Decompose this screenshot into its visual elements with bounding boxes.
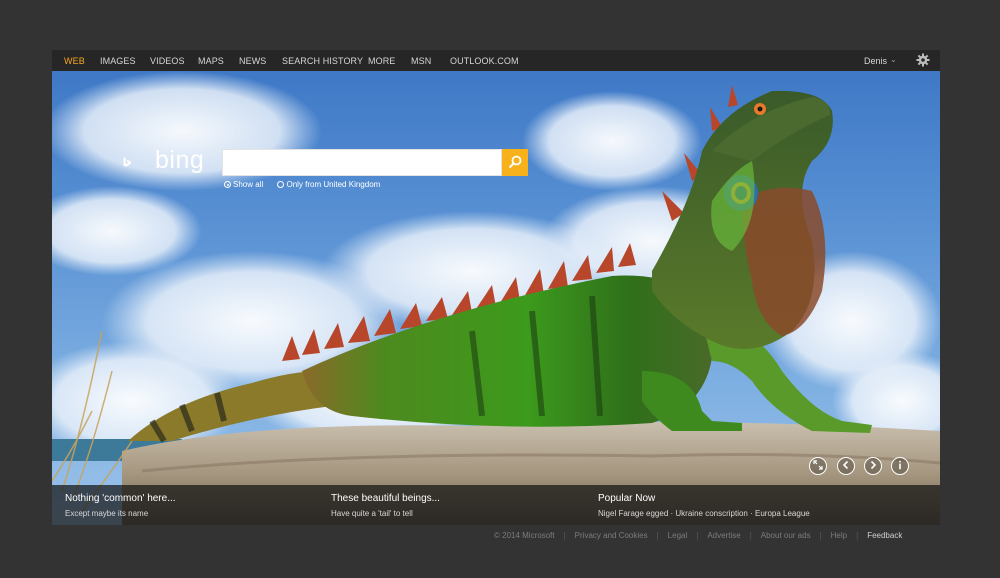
- popular-now-item[interactable]: Ukraine conscription: [675, 509, 747, 518]
- footer-link-help[interactable]: Help: [831, 531, 847, 540]
- footer-separator: |: [563, 531, 566, 540]
- footer-separator: |: [819, 531, 822, 540]
- search-scope-options: Show all Only from United Kingdom: [224, 180, 392, 189]
- footer-link-legal[interactable]: Legal: [668, 531, 688, 540]
- footer-link-about-ads[interactable]: About our ads: [761, 531, 811, 540]
- gear-icon[interactable]: [916, 53, 930, 67]
- hotspot-2[interactable]: These beautiful beings... Have quite a '…: [331, 493, 440, 518]
- fullscreen-button[interactable]: [809, 457, 827, 475]
- next-image-button[interactable]: [864, 457, 882, 475]
- popular-now: Popular Now Nigel Farage egged · Ukraine…: [598, 493, 810, 518]
- popular-now-list: Nigel Farage egged · Ukraine conscriptio…: [598, 509, 810, 518]
- hotspot-1-subtitle: Except maybe its name: [65, 509, 176, 518]
- radio-show-all[interactable]: [224, 181, 231, 189]
- popular-now-item[interactable]: Nigel Farage egged: [598, 509, 668, 518]
- footer-separator: |: [696, 531, 699, 540]
- copyright: © 2014 Microsoft: [494, 531, 555, 540]
- hotspot-2-text[interactable]: Have quite a 'tail' to tell: [331, 509, 413, 518]
- image-info-button[interactable]: [891, 457, 909, 475]
- popular-now-item[interactable]: Europa League: [755, 509, 810, 518]
- chevron-down-icon[interactable]: ⌄: [890, 55, 897, 64]
- hotspot-1-text[interactable]: Except maybe its name: [65, 509, 148, 518]
- popular-now-title[interactable]: Popular Now: [598, 493, 810, 504]
- chevron-left-icon: [842, 460, 849, 470]
- bing-logo-text[interactable]: bing: [155, 146, 204, 175]
- nav-images[interactable]: IMAGES: [100, 56, 136, 66]
- nav-more[interactable]: MORE: [368, 56, 395, 66]
- chevron-right-icon: [870, 460, 877, 470]
- radio-uk-only[interactable]: [277, 181, 285, 189]
- nav-videos[interactable]: VIDEOS: [150, 56, 185, 66]
- search-icon: [508, 155, 522, 169]
- hotspot-strip: Nothing 'common' here... Except maybe it…: [52, 485, 940, 525]
- nav-maps[interactable]: MAPS: [198, 56, 224, 66]
- footer: © 2014 Microsoft | Privacy and Cookies | Leg…: [494, 531, 902, 540]
- radio-show-all-label[interactable]: Show all: [233, 180, 263, 189]
- hotspot-2-title[interactable]: These beautiful beings...: [331, 493, 440, 504]
- hotspot-2-subtitle: Have quite a 'tail' to tell: [331, 509, 440, 518]
- hotspot-1-title[interactable]: Nothing 'common' here...: [65, 493, 176, 504]
- hotspot-1[interactable]: Nothing 'common' here... Except maybe it…: [65, 493, 176, 518]
- search-input[interactable]: [222, 149, 502, 176]
- radio-uk-only-label[interactable]: Only from United Kingdom: [286, 180, 380, 189]
- nav-search-history[interactable]: SEARCH HISTORY: [282, 56, 363, 66]
- footer-separator: |: [656, 531, 659, 540]
- nav-outlook[interactable]: OUTLOOK.COM: [450, 56, 519, 66]
- previous-image-button[interactable]: [837, 457, 855, 475]
- footer-separator: |: [856, 531, 859, 540]
- nav-news[interactable]: NEWS: [239, 56, 266, 66]
- feedback-link[interactable]: Feedback: [867, 531, 902, 540]
- iguana-scene: [52, 71, 940, 525]
- footer-link-privacy[interactable]: Privacy and Cookies: [575, 531, 648, 540]
- search-button[interactable]: [502, 149, 528, 176]
- user-name[interactable]: Denis: [864, 56, 887, 66]
- nav-web[interactable]: WEB: [64, 56, 85, 66]
- footer-separator: |: [749, 531, 752, 540]
- bing-logo-icon[interactable]: [123, 144, 153, 180]
- background-image: [52, 71, 940, 525]
- footer-link-advertise[interactable]: Advertise: [707, 531, 740, 540]
- nav-msn[interactable]: MSN: [411, 56, 431, 66]
- info-icon: [899, 460, 901, 470]
- top-nav: WEB IMAGES VIDEOS MAPS NEWS SEARCH HISTO…: [52, 50, 940, 71]
- expand-icon: [813, 460, 823, 470]
